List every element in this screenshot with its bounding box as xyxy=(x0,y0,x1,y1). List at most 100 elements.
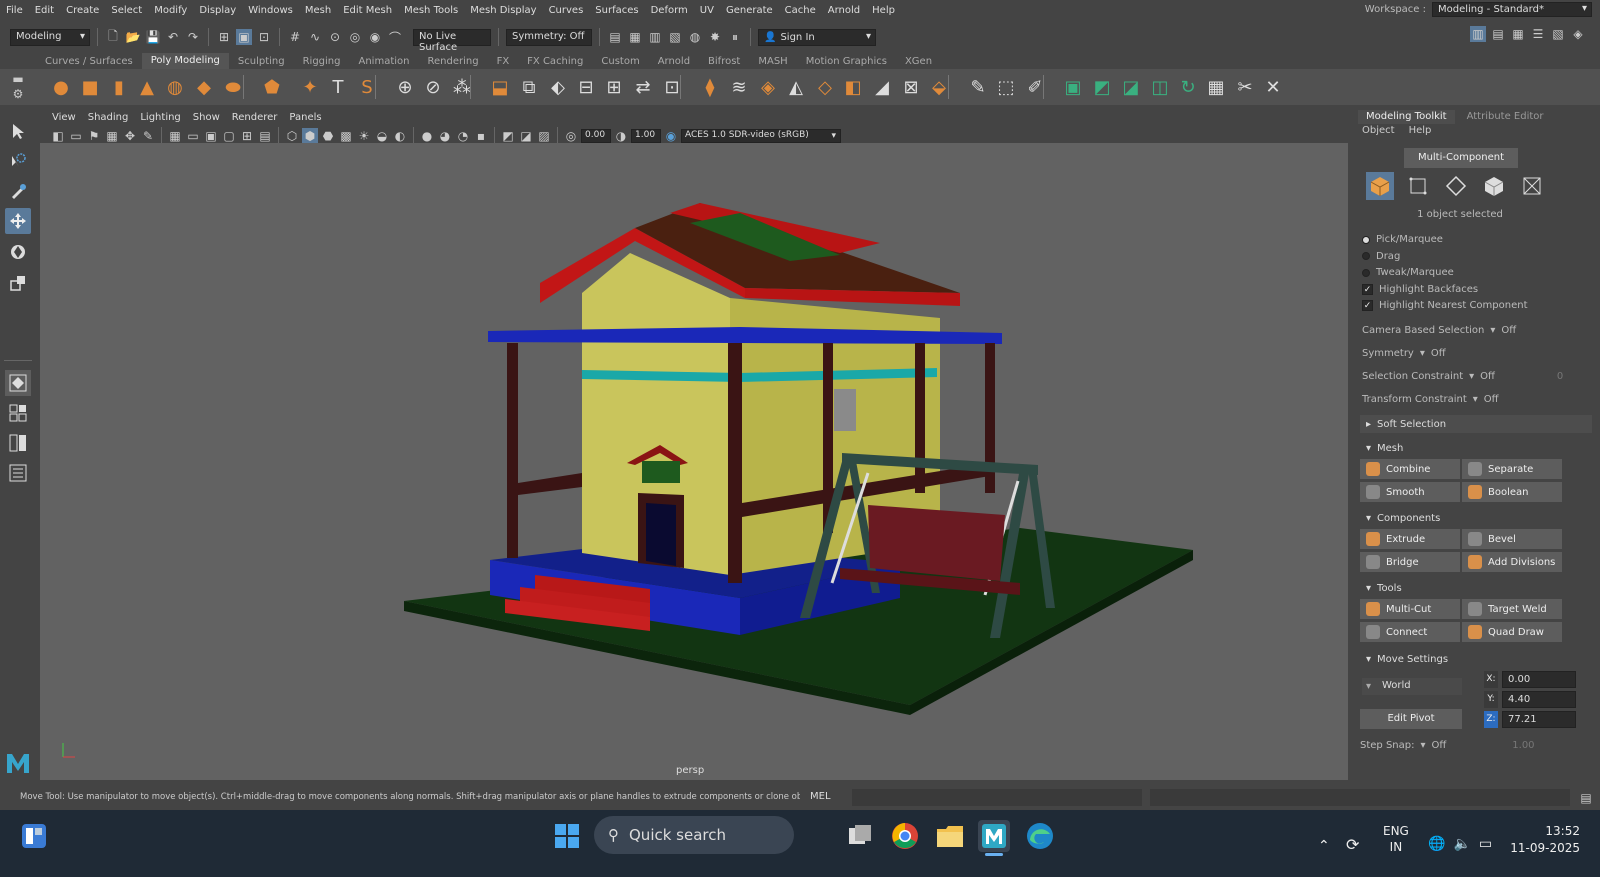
open-scene-icon[interactable]: 📂 xyxy=(125,29,141,45)
gamma-icon[interactable]: ◑ xyxy=(613,128,629,144)
move-z-field[interactable]: 77.21 xyxy=(1502,711,1576,728)
two-d-pan-icon[interactable]: ✥ xyxy=(122,128,138,144)
colorspace-dropdown[interactable]: ACES 1.0 SDR-video (sRGB) xyxy=(681,129,841,143)
ambient-occlusion-icon[interactable]: ◐ xyxy=(392,128,408,144)
quad-draw-icon[interactable]: ⬚ xyxy=(993,74,1019,100)
menu-file[interactable]: File xyxy=(0,5,29,16)
task-view-icon[interactable] xyxy=(844,820,876,852)
bookmark-icon[interactable]: ⚑ xyxy=(86,128,102,144)
smooth-button[interactable]: Smooth xyxy=(1360,482,1460,502)
shelf-tab-rigging[interactable]: Rigging xyxy=(294,56,350,67)
snap-surface-icon[interactable]: ⌒ xyxy=(387,29,403,45)
viewport-menu-shading[interactable]: Shading xyxy=(82,112,135,123)
object-mode-icon[interactable] xyxy=(1366,172,1394,200)
new-scene-icon[interactable]: 🗋 xyxy=(105,29,121,45)
paint-select-tool-icon[interactable] xyxy=(5,178,31,204)
option-drag[interactable]: Drag xyxy=(1362,251,1400,262)
menu-deform[interactable]: Deform xyxy=(645,5,694,16)
move-space-dropdown[interactable]: World xyxy=(1362,678,1462,695)
edit-pivot-button[interactable]: Edit Pivot xyxy=(1360,709,1462,729)
fill-hole-icon[interactable]: ⊡ xyxy=(659,74,685,100)
render-frame-icon[interactable]: ▦ xyxy=(627,29,643,45)
outliner-layout-icon[interactable] xyxy=(5,460,31,486)
shelf-tab-fx[interactable]: FX xyxy=(488,56,519,67)
radio-button[interactable] xyxy=(1362,252,1370,260)
cut-uv-icon[interactable]: ✂ xyxy=(1232,74,1258,100)
snap-grid-icon[interactable]: # xyxy=(287,29,303,45)
save-scene-icon[interactable]: 💾 xyxy=(145,29,161,45)
menu-cache[interactable]: Cache xyxy=(779,5,822,16)
select-component-icon[interactable]: ⊡ xyxy=(256,29,272,45)
boolean-button[interactable]: Boolean xyxy=(1462,482,1562,502)
connect-icon[interactable]: ⇄ xyxy=(630,74,656,100)
bridge-button[interactable]: Bridge xyxy=(1360,552,1460,572)
section-components[interactable]: ▾ Components xyxy=(1360,509,1592,527)
exposure-field[interactable]: 0.00 xyxy=(581,129,611,143)
rotate-tool-icon[interactable] xyxy=(5,239,31,265)
tab-attribute-editor[interactable]: Attribute Editor xyxy=(1455,110,1556,124)
extrude-icon[interactable]: ⬓ xyxy=(487,74,513,100)
color-management-icon[interactable]: ◉ xyxy=(663,128,679,144)
viewport-menu-view[interactable]: View xyxy=(46,112,82,123)
quadrangulate-icon[interactable]: ◇ xyxy=(812,74,838,100)
unfold-uv-icon[interactable]: ↻ xyxy=(1175,74,1201,100)
use-all-lights-icon[interactable]: ☀ xyxy=(356,128,372,144)
menu-create[interactable]: Create xyxy=(60,5,105,16)
wireframe-icon[interactable]: ⬡ xyxy=(284,128,300,144)
isolate-select-icon[interactable]: ▪ xyxy=(473,128,489,144)
four-view-layout-icon[interactable] xyxy=(5,400,31,426)
motion-blur-icon[interactable]: ● xyxy=(419,128,435,144)
shelf-tab-rendering[interactable]: Rendering xyxy=(418,56,487,67)
type-tool-icon[interactable]: T xyxy=(325,74,351,100)
menu-set-dropdown[interactable]: Modeling xyxy=(10,28,90,46)
tool-settings-toggle-icon[interactable]: ▦ xyxy=(1510,26,1526,42)
target-weld-button[interactable]: Target Weld xyxy=(1462,599,1562,619)
menu-mesh-tools[interactable]: Mesh Tools xyxy=(398,5,464,16)
menu-arnold[interactable]: Arnold xyxy=(822,5,866,16)
bonus-tools-icon[interactable]: ◈ xyxy=(1570,26,1586,42)
gamma-field[interactable]: 1.00 xyxy=(631,129,661,143)
resolution-gate-icon[interactable]: ▣ xyxy=(203,128,219,144)
toolkit-menu-help[interactable]: Help xyxy=(1409,125,1432,136)
outliner-toggle-icon[interactable]: ▧ xyxy=(1550,26,1566,42)
target-weld-icon[interactable]: ✎ xyxy=(965,74,991,100)
taskbar-search[interactable]: ⚲ Quick search xyxy=(594,816,794,854)
chevron-up-icon[interactable]: ⌃ xyxy=(1318,838,1330,854)
shelf-tab-sculpting[interactable]: Sculpting xyxy=(229,56,294,67)
snap-point-icon[interactable]: ⊙ xyxy=(327,29,343,45)
combine-button[interactable]: Combine xyxy=(1360,459,1460,479)
slide-edge-icon[interactable]: ✐ xyxy=(1022,74,1048,100)
channel-box-toggle-icon[interactable]: ☰ xyxy=(1530,26,1546,42)
multi-cut-button[interactable]: Multi-Cut xyxy=(1360,599,1460,619)
edge-icon[interactable] xyxy=(1024,820,1056,852)
command-input[interactable] xyxy=(852,789,1142,806)
snap-curve-icon[interactable]: ∿ xyxy=(307,29,323,45)
lasso-tool-icon[interactable] xyxy=(5,148,31,174)
widgets-icon[interactable] xyxy=(18,820,50,852)
insert-loop-icon[interactable]: ⊞ xyxy=(601,74,627,100)
chevron-down-icon[interactable]: ▾ xyxy=(1473,394,1478,405)
move-y-field[interactable]: 4.40 xyxy=(1502,691,1576,708)
grease-pencil-icon[interactable]: ✎ xyxy=(140,128,156,144)
snap-view-icon[interactable]: ◎ xyxy=(347,29,363,45)
sign-in-dropdown[interactable]: 👤 Sign In xyxy=(758,28,876,46)
section-mesh[interactable]: ▾ Mesh xyxy=(1360,439,1592,457)
checkbox[interactable]: ✓ xyxy=(1362,283,1373,295)
planar-uv-icon[interactable]: ◩ xyxy=(1089,74,1115,100)
tab-modeling-toolkit[interactable]: Modeling Toolkit xyxy=(1358,110,1455,124)
bridge-icon[interactable]: ⧉ xyxy=(516,74,542,100)
transform-constraint-value[interactable]: Off xyxy=(1484,394,1499,405)
menu-select[interactable]: Select xyxy=(105,5,148,16)
separate-icon[interactable]: ⊘ xyxy=(420,74,446,100)
symmetry-dropdown[interactable]: Symmetry: Off xyxy=(506,28,592,46)
shelf-tab-curves-surfaces[interactable]: Curves / Surfaces xyxy=(36,56,142,67)
cube-icon[interactable]: ■ xyxy=(77,74,103,100)
uv-mode-icon[interactable] xyxy=(1518,172,1546,200)
undo-icon[interactable]: ↶ xyxy=(165,29,181,45)
render-view-icon[interactable]: ▧ xyxy=(667,29,683,45)
redo-icon[interactable]: ↷ xyxy=(185,29,201,45)
option-pick-marquee[interactable]: Pick/Marquee xyxy=(1362,234,1443,245)
poke-icon[interactable]: ⊠ xyxy=(898,74,924,100)
radio-button[interactable] xyxy=(1362,268,1370,277)
menu-edit[interactable]: Edit xyxy=(29,5,60,16)
